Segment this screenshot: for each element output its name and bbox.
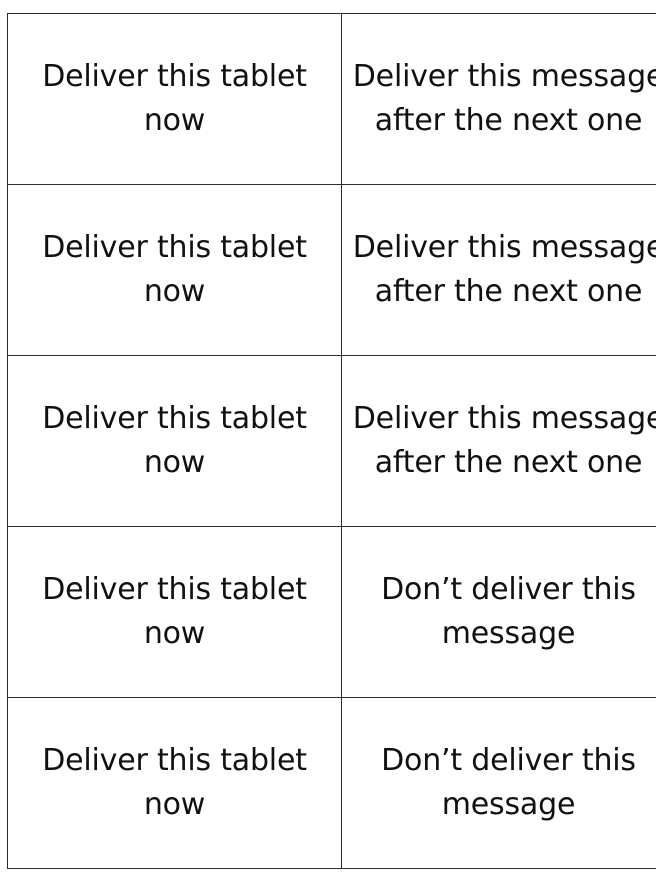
card-cell-right: Don’t deliver this message bbox=[341, 526, 656, 698]
card-cell-right: Deliver this message after the next one bbox=[341, 184, 656, 356]
card-cell-left: Deliver this tablet now bbox=[7, 355, 342, 527]
card-row: Deliver this tablet now Deliver this mes… bbox=[7, 184, 656, 356]
card-cell-right: Deliver this message after the next one bbox=[341, 13, 656, 185]
card-cell-left: Deliver this tablet now bbox=[7, 526, 342, 698]
card-grid: Deliver this tablet now Deliver this mes… bbox=[7, 13, 656, 869]
card-row: Deliver this tablet now Deliver this mes… bbox=[7, 13, 656, 185]
card-row: Deliver this tablet now Don’t deliver th… bbox=[7, 697, 656, 869]
card-cell-left: Deliver this tablet now bbox=[7, 184, 342, 356]
card-cell-right: Don’t deliver this message bbox=[341, 697, 656, 869]
card-cell-right: Deliver this message after the next one bbox=[341, 355, 656, 527]
card-row: Deliver this tablet now Deliver this mes… bbox=[7, 355, 656, 527]
card-cell-left: Deliver this tablet now bbox=[7, 697, 342, 869]
card-cell-left: Deliver this tablet now bbox=[7, 13, 342, 185]
card-row: Deliver this tablet now Don’t deliver th… bbox=[7, 526, 656, 698]
